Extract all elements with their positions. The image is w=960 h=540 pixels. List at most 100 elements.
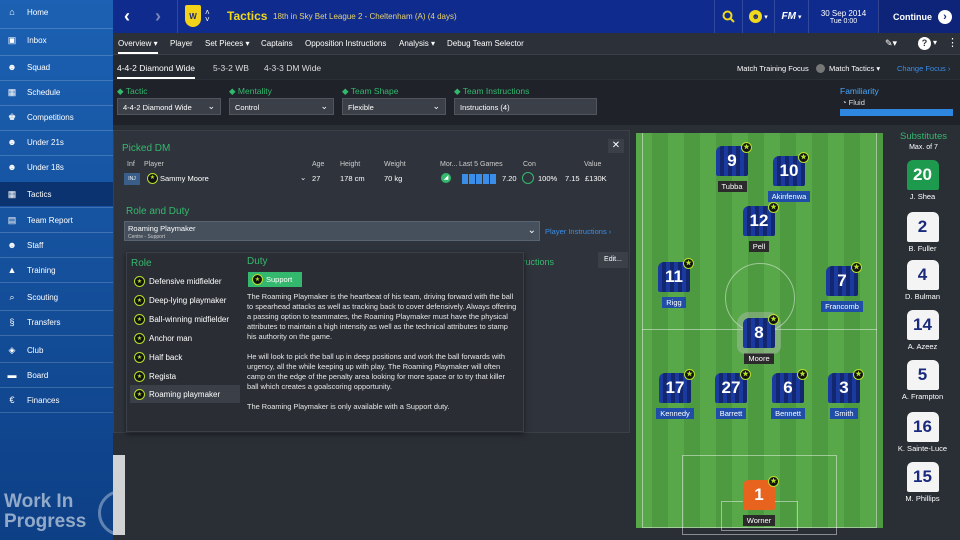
substitute-player[interactable]: 14 A. Azeez bbox=[895, 310, 950, 351]
role-option[interactable]: ★ Ball-winning midfielder bbox=[130, 310, 240, 328]
help-dropdown-icon[interactable]: ▾ bbox=[933, 38, 937, 47]
formation-tab-1[interactable]: 4-4-2 Diamond Wide bbox=[117, 63, 195, 79]
change-focus-link[interactable]: Change Focus › bbox=[897, 64, 950, 73]
pitch-player-moore[interactable]: 8 ★ Moore bbox=[734, 312, 784, 366]
sidebar-item-competitions[interactable]: ♚ Competitions bbox=[0, 105, 113, 129]
sidebar-item-label: Finances bbox=[27, 395, 60, 405]
role-option[interactable]: ★ Half back bbox=[130, 348, 240, 366]
sidebar-item-tactics[interactable]: ▦ Tactics bbox=[0, 182, 113, 206]
pitch-player-kennedy[interactable]: 17 ★ Kennedy bbox=[650, 369, 700, 421]
pitch-player-pell[interactable]: 12 ★ Pell bbox=[734, 202, 784, 254]
shirt-number: 6 bbox=[783, 378, 793, 397]
pitch-player-bennett[interactable]: 6 ★ Bennett bbox=[763, 369, 813, 421]
continue-button[interactable]: Continue › bbox=[878, 0, 960, 33]
close-icon[interactable]: ✕ bbox=[608, 139, 624, 153]
tactic-select[interactable]: 4-4-2 Diamond Wide ⌄ bbox=[117, 98, 221, 115]
date-display[interactable]: 30 Sep 2014 Tue 0:00 bbox=[808, 0, 878, 33]
pitch-player-barrett[interactable]: 27 ★ Barrett bbox=[706, 369, 756, 421]
role-option[interactable]: ★ Deep-lying playmaker bbox=[130, 291, 240, 309]
edit-pen-icon[interactable]: ✎▾ bbox=[885, 38, 897, 49]
role-icon: ★ bbox=[134, 388, 145, 400]
more-options-icon[interactable]: ⋮ bbox=[947, 36, 958, 49]
sidebar-item-staff[interactable]: ☻ Staff bbox=[0, 233, 113, 257]
player-shirt-icon: 14 bbox=[906, 310, 939, 340]
tab-analysis[interactable]: Analysis ▾ bbox=[399, 39, 435, 48]
tab-set-pieces[interactable]: Set Pieces ▾ bbox=[205, 39, 250, 48]
player-name-label: Bennett bbox=[771, 408, 805, 419]
forward-arrow-icon[interactable]: › bbox=[155, 6, 161, 27]
role-option[interactable]: ★ Regista bbox=[130, 367, 240, 385]
substitute-name: A. Frampton bbox=[901, 392, 944, 401]
duty-support-button[interactable]: ★ Support bbox=[248, 272, 302, 287]
substitute-player[interactable]: 16 K. Sainte-Luce bbox=[895, 412, 950, 453]
player-value: £130K bbox=[585, 174, 607, 183]
average-rating: 7.20 bbox=[502, 174, 517, 183]
sidebar-item-schedule[interactable]: ▦ Schedule bbox=[0, 80, 113, 104]
match-tactics-toggle-icon[interactable] bbox=[816, 64, 825, 73]
mentality-select[interactable]: Control ⌄ bbox=[229, 98, 334, 115]
sidebar-item-home[interactable]: ⌂ Home bbox=[0, 0, 113, 24]
substitute-player[interactable]: 15 M. Phillips bbox=[895, 462, 950, 503]
sidebar-item-inbox[interactable]: ▣ Inbox bbox=[0, 28, 113, 52]
sidebar-item-label: Scouting bbox=[27, 292, 59, 302]
help-icon[interactable]: ? bbox=[918, 37, 931, 50]
shirt-number: 8 bbox=[754, 323, 764, 342]
pitch-player-rigg[interactable]: 11 ★ Rigg bbox=[649, 258, 699, 310]
pitch-player-smith[interactable]: 3 ★ Smith bbox=[819, 369, 869, 421]
player-dropdown-icon[interactable]: ⌄ bbox=[300, 173, 306, 182]
player-shirt-icon: 20 bbox=[906, 160, 939, 190]
pitch-player-tubba[interactable]: 9 ★ Tubba bbox=[707, 142, 757, 194]
club-switch-icon[interactable]: ˄ ˅ bbox=[205, 9, 210, 24]
search-icon[interactable] bbox=[714, 0, 742, 33]
fm-menu-button[interactable]: FM ▾ bbox=[774, 0, 808, 33]
role-option[interactable]: ★ Roaming playmaker bbox=[130, 385, 240, 403]
sidebar-item-club[interactable]: ◈ Club bbox=[0, 338, 113, 362]
role-star-icon: ★ bbox=[740, 369, 751, 380]
under18-icon: ☻ bbox=[7, 162, 17, 172]
player-instructions-link[interactable]: Player Instructions › bbox=[545, 227, 611, 236]
role-option[interactable]: ★ Defensive midfielder bbox=[130, 272, 240, 290]
sidebar-item-under-21s[interactable]: ☻ Under 21s bbox=[0, 130, 113, 154]
player-height: 178 cm bbox=[340, 174, 365, 183]
sidebar-item-transfers[interactable]: § Transfers bbox=[0, 310, 113, 334]
tab-debug-team-selector[interactable]: Debug Team Selector bbox=[447, 39, 524, 48]
edit-button[interactable]: Edit... bbox=[598, 252, 628, 268]
team-instructions-button[interactable]: Instructions (4) bbox=[454, 98, 597, 115]
substitute-player[interactable]: 5 A. Frampton bbox=[895, 360, 950, 401]
role-option-label: Regista bbox=[149, 371, 177, 381]
substitute-name: K. Sainte-Luce bbox=[897, 444, 948, 453]
substitute-player[interactable]: 2 B. Fuller bbox=[895, 212, 950, 253]
role-select[interactable]: Roaming Playmaker Centre - Support ⌄ bbox=[124, 221, 540, 241]
sidebar-divider bbox=[0, 335, 113, 336]
home-icon: ⌂ bbox=[9, 7, 15, 17]
role-option[interactable]: ★ Anchor man bbox=[130, 329, 240, 347]
tab-opposition-instructions[interactable]: Opposition Instructions bbox=[305, 39, 386, 48]
match-training-focus-button[interactable]: Match Training Focus bbox=[737, 64, 809, 73]
tab-player[interactable]: Player bbox=[170, 39, 193, 48]
manager-icon[interactable]: ☻ ▾ bbox=[742, 0, 774, 33]
match-tactics-button[interactable]: Match Tactics ▾ bbox=[829, 64, 880, 73]
substitute-player[interactable]: 20 J. Shea bbox=[895, 160, 950, 201]
tab-overview[interactable]: Overview ▾ bbox=[118, 39, 158, 54]
sidebar-item-scouting[interactable]: ⌕ Scouting bbox=[0, 285, 113, 309]
table-row[interactable]: INJ ★ Sammy Moore ⌄ 27 178 cm 70 kg ◢ 7.… bbox=[119, 172, 624, 187]
pitch-player-worner[interactable]: 1 ★ Worner bbox=[734, 476, 784, 528]
team-shape-select[interactable]: Flexible ⌄ bbox=[342, 98, 446, 115]
sidebar-item-under-18s[interactable]: ☻ Under 18s bbox=[0, 155, 113, 179]
sidebar-item-team-report[interactable]: ▤ Team Report bbox=[0, 208, 113, 232]
club-crest-icon[interactable]: W bbox=[185, 5, 201, 27]
pitch-player-akinfenwa[interactable]: 10 ★ Akinfenwa bbox=[764, 152, 814, 204]
sidebar-item-training[interactable]: ▲ Training bbox=[0, 258, 113, 282]
header-player: Player bbox=[144, 161, 164, 168]
sidebar-item-finances[interactable]: € Finances bbox=[0, 388, 113, 412]
formation-tab-3[interactable]: 4-3-3 DM Wide bbox=[264, 63, 321, 73]
formation-tab-2[interactable]: 5-3-2 WB bbox=[213, 63, 249, 73]
substitute-player[interactable]: 4 D. Bulman bbox=[895, 260, 950, 301]
tab-captains[interactable]: Captains bbox=[261, 39, 293, 48]
sidebar-item-squad[interactable]: ☻ Squad bbox=[0, 55, 113, 79]
pitch-player-francomb[interactable]: 7 ★ Francomb bbox=[817, 262, 867, 314]
back-arrow-icon[interactable]: ‹ bbox=[124, 6, 130, 27]
role-icon: ★ bbox=[134, 275, 145, 287]
player-name[interactable]: Sammy Moore bbox=[160, 174, 209, 183]
sidebar-item-board[interactable]: ▬ Board bbox=[0, 363, 113, 387]
